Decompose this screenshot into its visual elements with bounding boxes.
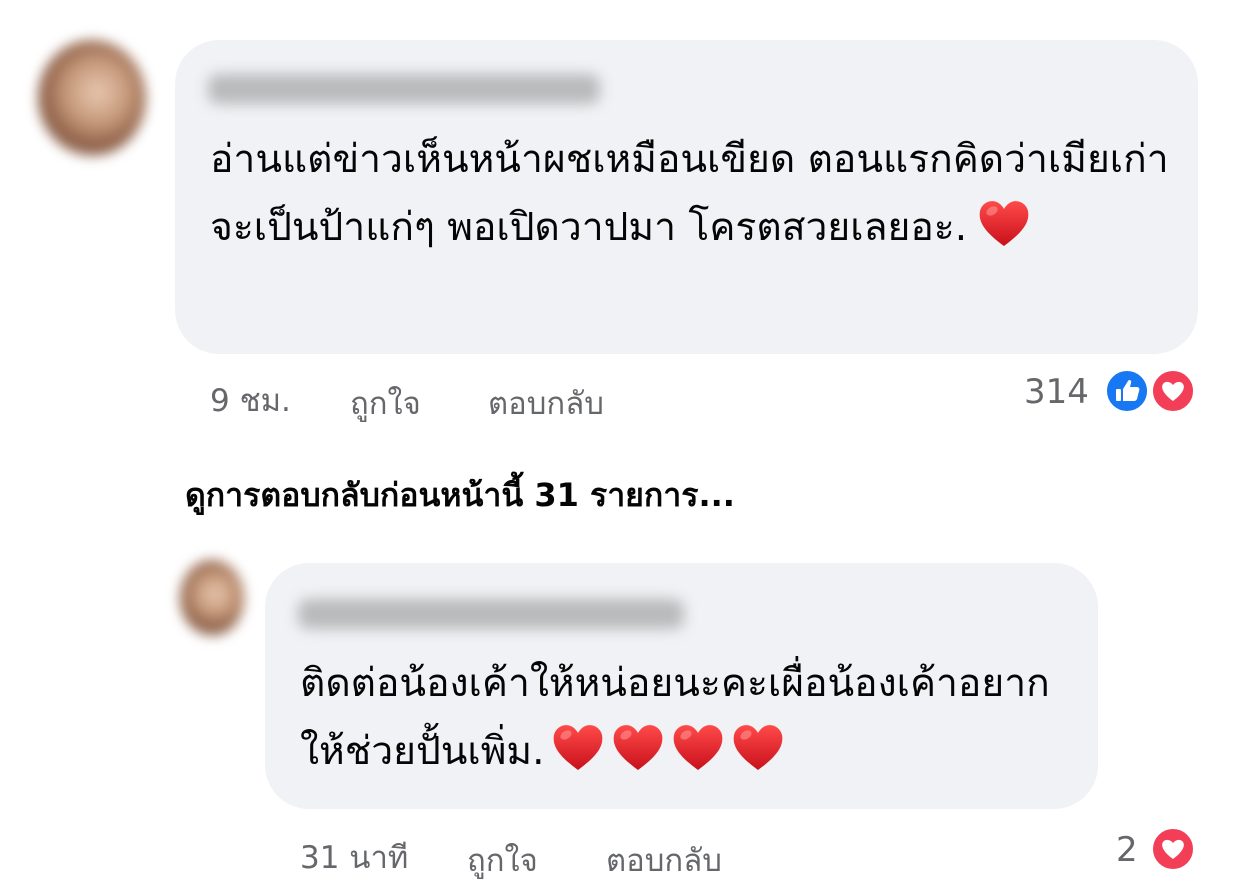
red-heart-emoji-icon bbox=[551, 722, 605, 772]
commenter-avatar[interactable] bbox=[38, 40, 146, 156]
comment-timestamp[interactable]: 9 ชม. bbox=[210, 375, 291, 425]
replier-name-blurred[interactable] bbox=[298, 599, 684, 629]
red-heart-emoji-icon bbox=[977, 198, 1031, 248]
reply-reaction-count[interactable]: 2 bbox=[1116, 830, 1138, 870]
love-reaction-icon bbox=[1150, 826, 1196, 872]
red-heart-emoji-icon bbox=[731, 722, 785, 772]
commenter-name-blurred[interactable] bbox=[208, 74, 600, 104]
love-reaction-icon bbox=[1150, 368, 1196, 414]
replier-avatar[interactable] bbox=[180, 560, 244, 636]
comment-reply-button[interactable]: ตอบกลับ bbox=[488, 378, 604, 428]
view-previous-replies-link[interactable]: ดูการตอบกลับก่อนหน้านี้ 31 รายการ... bbox=[185, 470, 735, 521]
reply-body: ติดต่อน้องเค้าให้หน่อยนะคะเผื่อน้องเค้าอ… bbox=[300, 650, 1090, 786]
reply-timestamp[interactable]: 31 นาที bbox=[300, 832, 408, 882]
red-heart-emoji-icon bbox=[611, 722, 665, 772]
comment-reaction-count[interactable]: 314 bbox=[1024, 372, 1089, 412]
comment-like-button[interactable]: ถูกใจ bbox=[350, 378, 421, 428]
comment-body: อ่านแต่ข่าวเห็นหน้าผชเหมือนเขียด ตอนแรกค… bbox=[210, 126, 1180, 262]
red-heart-emoji-icon bbox=[671, 722, 725, 772]
like-reaction-icon bbox=[1104, 368, 1150, 414]
